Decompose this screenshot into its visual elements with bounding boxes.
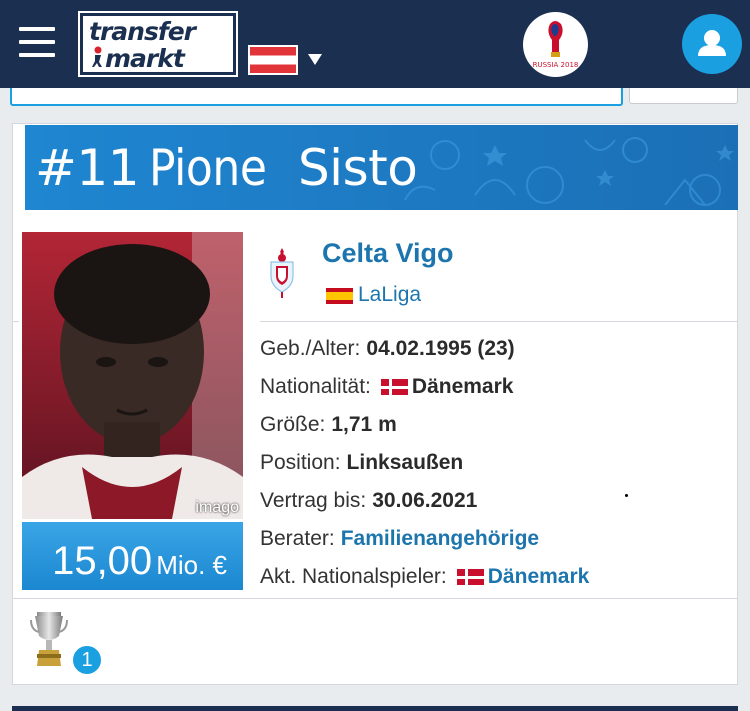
stray-dot bbox=[625, 494, 628, 497]
world-cup-badge[interactable]: RUSSIA 2018 bbox=[523, 12, 588, 77]
agent-link[interactable]: Familienangehörige bbox=[341, 527, 539, 551]
info-label: Geb./Alter: bbox=[260, 337, 361, 360]
logo-text-line1: transfer bbox=[89, 17, 196, 46]
photo-credit: imago bbox=[195, 499, 239, 516]
spain-flag-icon bbox=[326, 288, 353, 304]
celta-vigo-crest-icon[interactable] bbox=[266, 246, 298, 300]
info-row-contract: Vertrag bis: 30.06.2021 bbox=[260, 482, 730, 520]
chevron-down-icon[interactable] bbox=[308, 54, 322, 65]
player-first-name: Pione bbox=[149, 139, 267, 197]
player-info-list: Geb./Alter: 04.02.1995 (23) Nationalität… bbox=[260, 330, 730, 596]
info-label: Größe: bbox=[260, 413, 326, 436]
trophy-count-badge: 1 bbox=[71, 644, 103, 676]
market-value-box[interactable]: 15,00 Mio. € bbox=[22, 522, 243, 590]
denmark-flag-icon bbox=[380, 379, 408, 395]
info-row-height: Größe: 1,71 m bbox=[260, 406, 730, 444]
player-name-banner: #11 Pione Sisto bbox=[25, 125, 738, 210]
info-label: Vertrag bis: bbox=[260, 489, 367, 512]
denmark-flag-icon bbox=[456, 569, 484, 585]
user-account-button[interactable] bbox=[682, 14, 742, 74]
info-value: 1,71 m bbox=[331, 413, 397, 436]
trophy-achievement[interactable]: 1 bbox=[29, 610, 103, 676]
info-value: Linksaußen bbox=[346, 451, 464, 474]
next-section-bar bbox=[12, 706, 738, 711]
player-photo-image bbox=[22, 232, 243, 519]
market-value-unit: Mio. € bbox=[156, 550, 227, 580]
trophy-icon bbox=[30, 612, 68, 666]
info-row-nationality: Nationalität: Dänemark bbox=[260, 368, 730, 406]
market-value: 15,00 Mio. € bbox=[52, 539, 227, 584]
player-photo[interactable]: imago bbox=[22, 232, 243, 519]
top-navbar: transfer markt RUSSIA 2018 bbox=[0, 0, 750, 88]
player-title: #11 Pione Sisto bbox=[35, 139, 418, 197]
world-cup-badge-text: RUSSIA 2018 bbox=[533, 61, 579, 69]
market-value-amount: 15,00 bbox=[52, 539, 153, 583]
info-label: Berater: bbox=[260, 527, 335, 550]
info-label: Nationalität: bbox=[260, 375, 371, 398]
info-value: 30.06.2021 bbox=[372, 489, 478, 512]
menu-icon[interactable] bbox=[19, 27, 55, 59]
divider bbox=[13, 598, 738, 599]
info-label: Position: bbox=[260, 451, 341, 474]
user-icon bbox=[698, 30, 726, 56]
info-value: Dänemark bbox=[411, 375, 514, 398]
league-link[interactable]: LaLiga bbox=[358, 283, 421, 307]
divider bbox=[13, 321, 19, 322]
club-link[interactable]: Celta Vigo bbox=[322, 238, 454, 269]
transfermarkt-logo[interactable]: transfer markt bbox=[78, 11, 238, 77]
info-row-birth: Geb./Alter: 04.02.1995 (23) bbox=[260, 330, 730, 368]
player-last-name: Sisto bbox=[297, 139, 418, 197]
info-value: 04.02.1995 (23) bbox=[366, 337, 515, 360]
player-number: #11 bbox=[35, 139, 140, 197]
national-team-link[interactable]: Dänemark bbox=[488, 565, 590, 589]
info-label: Akt. Nationalspieler: bbox=[260, 565, 447, 588]
info-row-agent: Berater: Familienangehörige bbox=[260, 520, 730, 558]
info-row-national-player: Akt. Nationalspieler: Dänemark bbox=[260, 558, 730, 596]
logo-player-icon bbox=[92, 46, 102, 67]
info-row-position: Position: Linksaußen bbox=[260, 444, 730, 482]
austria-flag-icon[interactable] bbox=[248, 45, 298, 75]
divider bbox=[260, 321, 738, 322]
world-cup-trophy-icon: RUSSIA 2018 bbox=[533, 21, 579, 69]
logo-text-line2: markt bbox=[105, 44, 185, 73]
player-header-card: #11 Pione Sisto imago 15,00 Mio. € Celta… bbox=[12, 123, 738, 685]
